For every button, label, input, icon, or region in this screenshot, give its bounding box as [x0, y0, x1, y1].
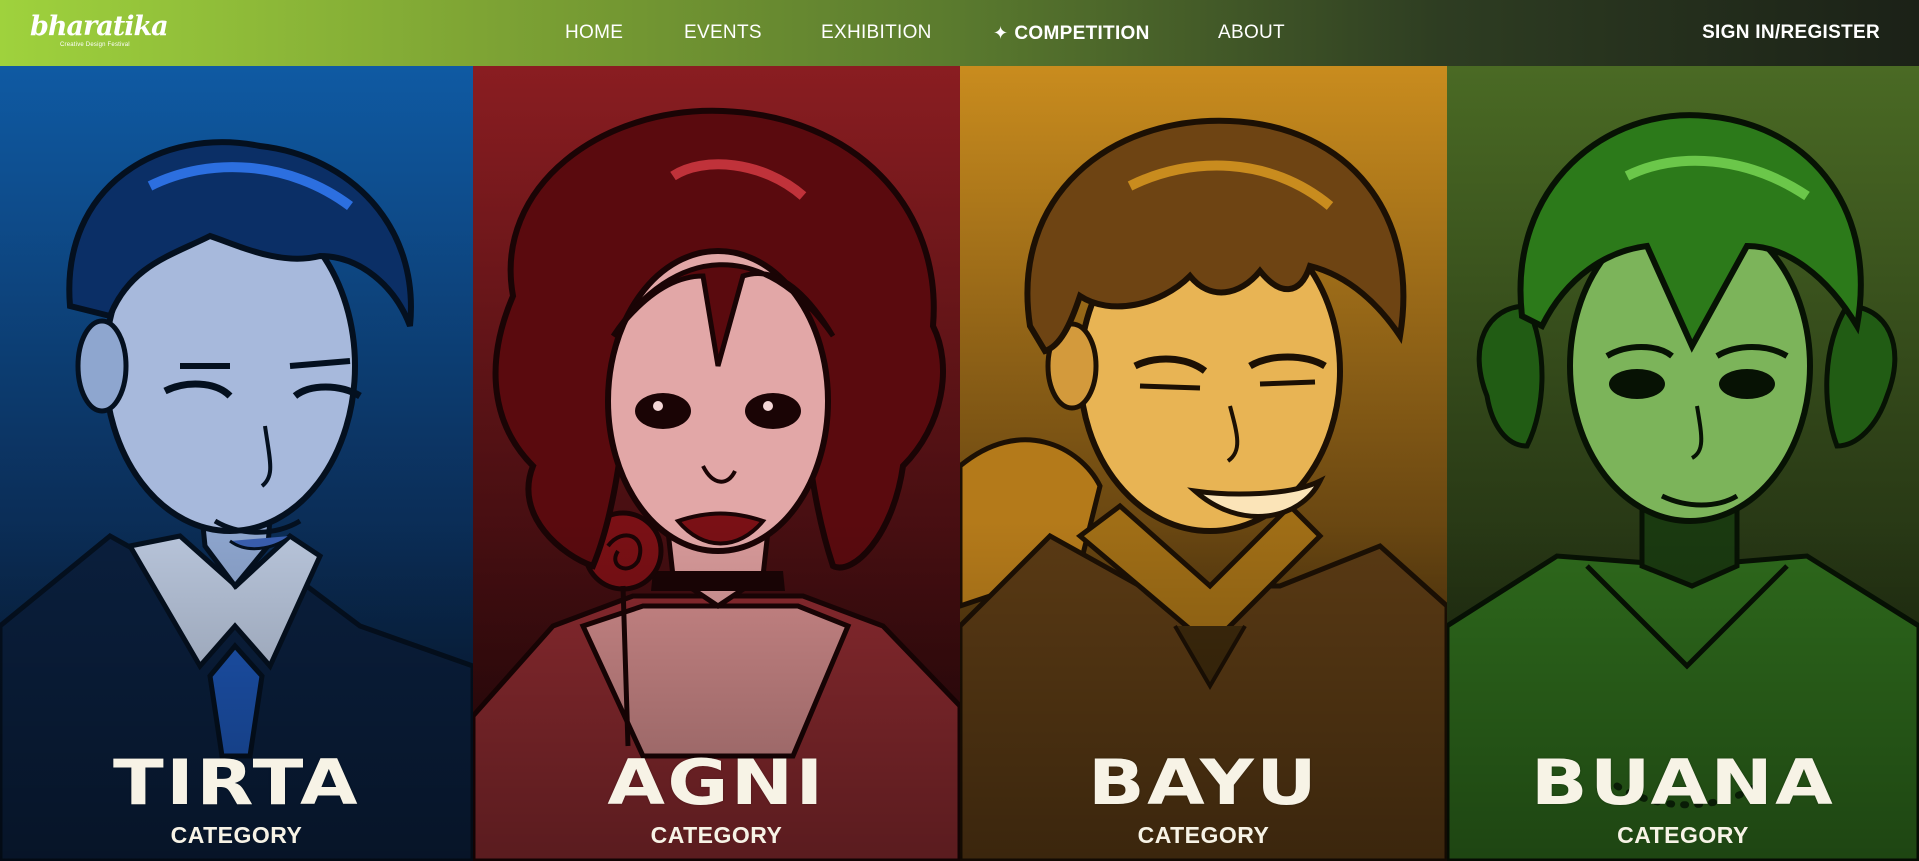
- nav-competition-link[interactable]: ✦ COMPETITION: [993, 20, 1150, 46]
- category-subtitle: CATEGORY: [1617, 822, 1749, 848]
- nav-events-link[interactable]: EVENTS: [684, 20, 762, 46]
- category-subtitle: CATEGORY: [650, 822, 783, 848]
- category-panel-bayu[interactable]: BAYU CATEGORY: [960, 66, 1447, 861]
- category-panel-buana[interactable]: BUANA CATEGORY: [1447, 66, 1919, 861]
- sign-in-register-button[interactable]: SIGN IN/REGISTER: [1702, 20, 1880, 46]
- category-panel-tirta[interactable]: TIRTA CATEGORY: [0, 66, 473, 861]
- category-subtitle: CATEGORY: [170, 822, 303, 848]
- nav-competition-label: COMPETITION: [1014, 23, 1150, 44]
- sparkle-icon: ✦: [993, 23, 1009, 43]
- category-subtitle: CATEGORY: [1137, 822, 1270, 848]
- main-nav: HOME EVENTS EXHIBITION ✦ COMPETITION ABOU…: [0, 0, 1919, 66]
- category-name: AGNI: [607, 746, 826, 819]
- nav-about-link[interactable]: ABOUT: [1218, 20, 1285, 46]
- category-panel-agni[interactable]: AGNI CATEGORY: [473, 66, 960, 861]
- category-name: BUANA: [1530, 746, 1836, 819]
- category-name: TIRTA: [113, 746, 360, 819]
- category-panels: TIRTA CATEGORY AGNI CATEGORY BAYU CATEGO…: [0, 66, 1919, 861]
- nav-home-link[interactable]: HOME: [565, 20, 623, 46]
- nav-exhibition-link[interactable]: EXHIBITION: [821, 20, 932, 46]
- category-name: BAYU: [1087, 746, 1320, 819]
- top-navbar: bharatika Creative Design Festival HOME …: [0, 0, 1919, 66]
